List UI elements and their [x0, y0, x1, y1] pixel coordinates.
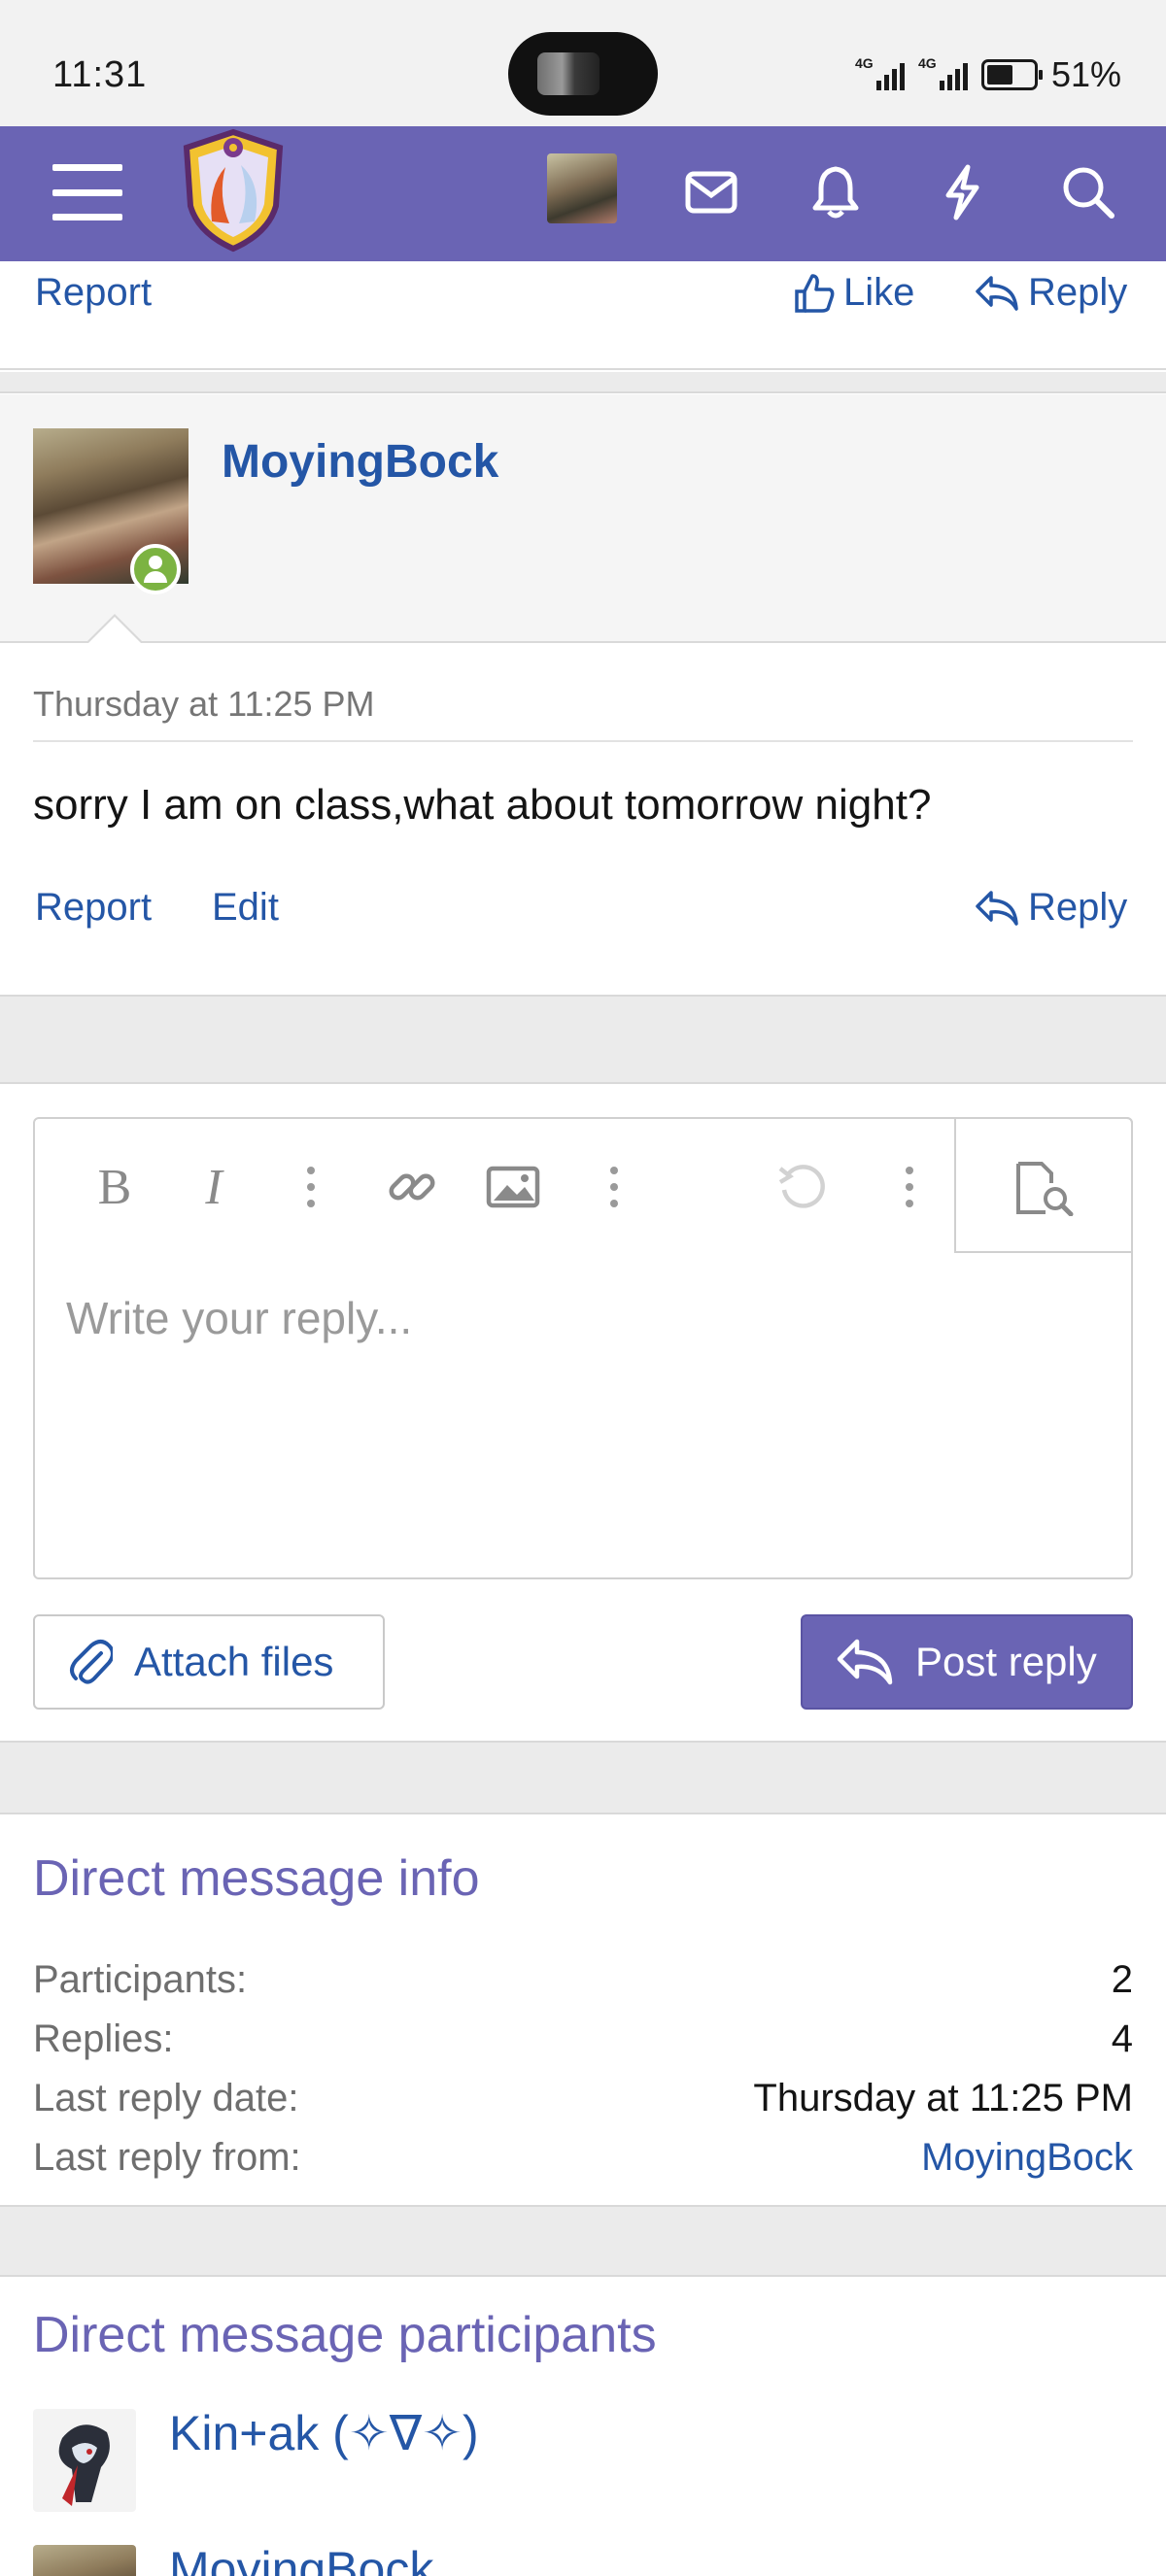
info-row: Last reply from: MoyingBock — [33, 2135, 1133, 2180]
image-icon[interactable] — [484, 1158, 542, 1216]
signal-icon: 4G — [855, 55, 905, 90]
divider — [33, 740, 1133, 742]
info-row: Replies: 4 — [33, 2017, 1133, 2060]
separator — [0, 995, 1166, 1084]
thumbs-up-icon — [795, 273, 835, 313]
like-button[interactable]: Like — [793, 271, 914, 315]
attach-files-button[interactable]: Attach files — [33, 1614, 385, 1710]
paperclip-icon — [70, 1640, 113, 1684]
report-link[interactable]: Report — [35, 271, 152, 315]
reply-icon — [976, 890, 1018, 926]
section-title: Direct message participants — [33, 2307, 657, 2363]
reply-button[interactable]: Reply — [974, 271, 1127, 315]
signal-icon: 4G — [918, 55, 968, 90]
more-vertical-icon[interactable] — [880, 1158, 939, 1216]
edit-link[interactable]: Edit — [212, 886, 279, 930]
pointer-arrow — [86, 614, 144, 644]
info-row: Participants: 2 — [33, 1957, 1133, 2001]
undo-icon[interactable] — [773, 1158, 832, 1216]
participant-name[interactable]: MoyingBock — [169, 2541, 433, 2576]
avatar[interactable] — [33, 2545, 136, 2576]
bell-icon[interactable] — [803, 159, 869, 225]
clock: 11:31 — [52, 54, 148, 95]
reply-editor[interactable]: B I — [33, 1117, 1133, 1579]
avatar[interactable] — [33, 2409, 136, 2512]
more-vertical-icon[interactable] — [585, 1158, 643, 1216]
separator — [0, 1741, 1166, 1814]
online-status-icon — [130, 544, 181, 594]
reply-input-placeholder[interactable]: Write your reply... — [66, 1292, 412, 1344]
reply-button[interactable]: Reply — [974, 886, 1127, 930]
avatar[interactable] — [33, 428, 189, 594]
battery-percent: 51% — [1050, 54, 1121, 94]
participant-name[interactable]: Kin+ak (✧∇✧) — [169, 2405, 479, 2461]
participant-item[interactable]: Kin+ak (✧∇✧) — [33, 2406, 479, 2512]
preview-toggle[interactable] — [954, 1117, 1133, 1253]
user-avatar[interactable] — [547, 153, 617, 223]
more-vertical-icon[interactable] — [282, 1158, 340, 1216]
camera-cutout — [508, 32, 658, 116]
message-body: Thursday at 11:25 PM sorry I am on class… — [0, 643, 1166, 995]
reply-icon — [976, 275, 1018, 311]
link-icon[interactable] — [383, 1158, 441, 1216]
battery-icon — [980, 59, 1043, 90]
preview-icon — [1016, 1162, 1074, 1216]
section-title: Direct message info — [33, 1850, 480, 1907]
direct-message-participants: Direct message participants Kin+ak (✧∇✧)… — [0, 2277, 1166, 2576]
participant-item[interactable]: MoyingBock — [33, 2542, 433, 2576]
info-row: Last reply date: Thursday at 11:25 PM — [33, 2076, 1133, 2119]
author-name[interactable]: MoyingBock — [222, 435, 498, 489]
post-reply-button[interactable]: Post reply — [801, 1614, 1133, 1710]
search-icon[interactable] — [1055, 159, 1121, 225]
bold-icon[interactable]: B — [86, 1158, 144, 1216]
hamburger-icon[interactable] — [52, 160, 122, 224]
bolt-icon[interactable] — [929, 159, 995, 225]
status-bar: 11:31 4G 4G 51% — [0, 0, 1166, 126]
message-header: MoyingBock — [0, 394, 1166, 644]
reply-editor-section: B I Attach files Post reply — [0, 1084, 1166, 1741]
last-reply-author-link[interactable]: MoyingBock — [921, 2136, 1133, 2180]
forum-logo[interactable] — [179, 128, 288, 253]
app-header — [0, 126, 1166, 261]
previous-post-actions: Report Like Reply — [0, 261, 1166, 370]
reply-icon — [837, 1639, 893, 1685]
post-date[interactable]: Thursday at 11:25 PM — [33, 684, 375, 725]
message-text: sorry I am on class,what about tomorrow … — [33, 781, 932, 829]
report-link[interactable]: Report — [35, 886, 152, 930]
separator — [0, 372, 1166, 393]
envelope-icon[interactable] — [678, 159, 744, 225]
direct-message-info: Direct message info Participants: 2 Repl… — [0, 1814, 1166, 2205]
italic-icon[interactable]: I — [185, 1158, 243, 1216]
separator — [0, 2205, 1166, 2277]
